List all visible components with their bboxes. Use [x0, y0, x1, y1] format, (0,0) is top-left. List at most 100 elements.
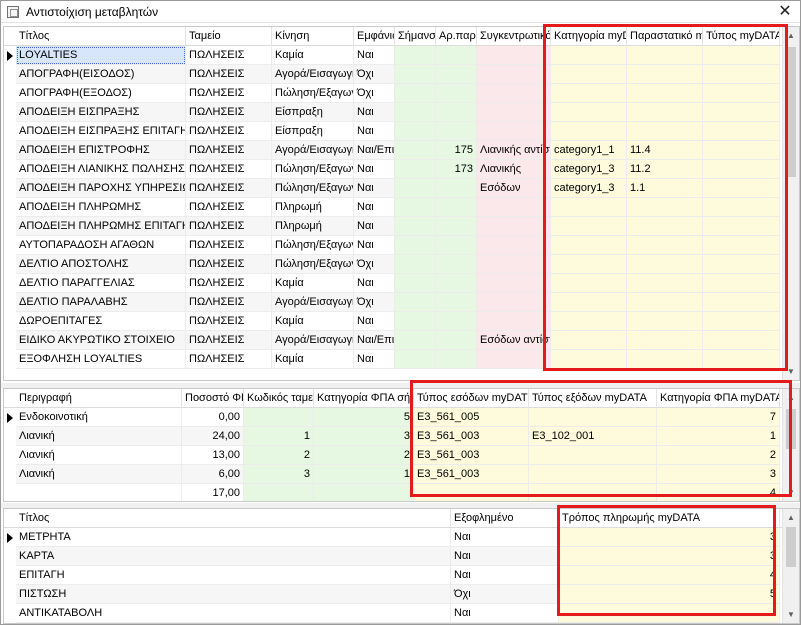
table-cell[interactable] [559, 604, 780, 623]
column-header[interactable]: Τίτλος [16, 27, 186, 46]
table-cell[interactable] [703, 217, 780, 236]
table-cell[interactable] [703, 141, 780, 160]
table-cell[interactable] [551, 236, 627, 255]
table-row[interactable]: Ενδοκοινοτική 0,00 5 E3_561_005 7 [4, 408, 799, 427]
table-cell[interactable] [436, 293, 477, 312]
table-row[interactable]: ΑΝΤΙΚΑΤΑΒΟΛΗ Ναι [4, 604, 799, 623]
table-cell[interactable] [414, 484, 529, 501]
table-cell[interactable]: 2 [657, 446, 780, 465]
column-header[interactable]: Περιγραφή [16, 389, 182, 408]
column-header[interactable]: Τύπος εξόδων myDATA [529, 389, 657, 408]
table-cell[interactable] [703, 179, 780, 198]
scrollbar-thumb[interactable] [786, 527, 796, 567]
table-cell[interactable]: ΔΕΛΤΙΟ ΠΑΡΑΛΑΒΗΣ [16, 293, 186, 312]
table-cell[interactable]: Όχι [354, 255, 395, 274]
table-cell[interactable]: Ναι [451, 528, 559, 547]
table-cell[interactable] [703, 255, 780, 274]
table-cell[interactable]: ΠΩΛΗΣΕΙΣ [186, 141, 272, 160]
table-cell[interactable]: Όχι [354, 65, 395, 84]
table-cell[interactable] [627, 331, 703, 350]
table-row[interactable]: ΔΕΛΤΙΟ ΠΑΡΑΓΓΕΛΙΑΣ ΠΩΛΗΣΕΙΣ Καμία Ναι [4, 274, 799, 293]
table-cell[interactable] [477, 217, 551, 236]
table-cell[interactable] [703, 84, 780, 103]
table-cell[interactable] [627, 65, 703, 84]
table-cell[interactable] [395, 179, 436, 198]
table-cell[interactable] [551, 350, 627, 369]
table-cell[interactable]: E3_561_003 [414, 465, 529, 484]
table-cell[interactable]: Όχι [354, 293, 395, 312]
column-header[interactable]: Τρόπος πληρωμής myDATA [559, 509, 780, 528]
table-cell[interactable] [395, 160, 436, 179]
table-cell[interactable]: Ναι [451, 604, 559, 623]
table-cell[interactable]: Ναι [354, 312, 395, 331]
table-cell[interactable]: category1_3 [551, 179, 627, 198]
table-cell[interactable]: 13,00 [182, 446, 244, 465]
table-cell[interactable]: 5 [314, 408, 414, 427]
table-cell[interactable] [627, 217, 703, 236]
table-cell[interactable] [529, 484, 657, 501]
vertical-scrollbar[interactable]: ▲ ▼ [782, 389, 799, 501]
table-cell[interactable]: Αγορά/Εισαγωγή [272, 331, 354, 350]
table-cell[interactable]: ΑΥΤΟΠΑΡΑΔΟΣΗ ΑΓΑΘΩΝ [16, 236, 186, 255]
table-cell[interactable] [703, 274, 780, 293]
table-cell[interactable] [395, 198, 436, 217]
table-cell[interactable]: Πώληση/Εξαγωγή [272, 255, 354, 274]
table-cell[interactable]: ΑΠΟΔΕΙΞΗ ΠΛΗΡΩΜΗΣ ΕΠΙΤΑΓΗ [16, 217, 186, 236]
table-cell[interactable] [703, 236, 780, 255]
table-cell[interactable]: Είσπραξη [272, 103, 354, 122]
table-row[interactable]: ΑΠΟΔΕΙΞΗ ΛΙΑΝΙΚΗΣ ΠΩΛΗΣΗΣ ΠΩΛΗΣΕΙΣ Πώληση/… [4, 160, 799, 179]
scroll-down-icon[interactable]: ▼ [783, 484, 799, 501]
table-cell[interactable] [436, 274, 477, 293]
table-cell[interactable] [627, 198, 703, 217]
table-cell[interactable] [703, 312, 780, 331]
column-header[interactable]: Κατηγορία myDATA [551, 27, 627, 46]
table-cell[interactable]: Ναι [451, 547, 559, 566]
table-cell[interactable]: 11.2 [627, 160, 703, 179]
table-cell[interactable] [529, 446, 657, 465]
table-cell[interactable] [477, 198, 551, 217]
table-cell[interactable] [16, 484, 182, 501]
table-cell[interactable]: ΑΠΟΔΕΙΞΗ ΛΙΑΝΙΚΗΣ ΠΩΛΗΣΗΣ [16, 160, 186, 179]
column-header[interactable]: Εμφάνισ [354, 27, 395, 46]
table-cell[interactable] [436, 198, 477, 217]
table-cell[interactable] [436, 350, 477, 369]
table-cell[interactable]: ΠΩΛΗΣΕΙΣ [186, 103, 272, 122]
table-cell[interactable] [436, 122, 477, 141]
table-cell[interactable]: ΠΙΣΤΩΣΗ [16, 585, 451, 604]
table-cell[interactable] [395, 65, 436, 84]
table-cell[interactable] [627, 350, 703, 369]
table-cell[interactable] [703, 350, 780, 369]
table-cell[interactable] [627, 236, 703, 255]
column-header[interactable]: Κίνηση [272, 27, 354, 46]
table-cell[interactable] [244, 484, 314, 501]
table-cell[interactable]: ΠΩΛΗΣΕΙΣ [186, 179, 272, 198]
table-cell[interactable] [436, 255, 477, 274]
table-cell[interactable]: Ναι [354, 274, 395, 293]
table-cell[interactable]: category1_1 [551, 141, 627, 160]
table-cell[interactable]: 1 [314, 465, 414, 484]
table-cell[interactable] [477, 350, 551, 369]
table-cell[interactable]: 0,00 [182, 408, 244, 427]
table-cell[interactable]: Πώληση/Εξαγωγή [272, 84, 354, 103]
table-cell[interactable] [477, 274, 551, 293]
table-cell[interactable] [395, 46, 436, 65]
table-cell[interactable]: ΠΩΛΗΣΕΙΣ [186, 46, 272, 65]
table-cell[interactable]: Εσόδων αντίστ [477, 331, 551, 350]
table-cell[interactable] [529, 465, 657, 484]
table-cell[interactable]: Λιανική [16, 427, 182, 446]
table-cell[interactable]: Είσπραξη [272, 122, 354, 141]
table-cell[interactable] [395, 312, 436, 331]
table-cell[interactable]: 4 [657, 484, 780, 501]
table-row[interactable]: ΑΠΟΔΕΙΞΗ ΕΠΙΣΤΡΟΦΗΣ ΠΩΛΗΣΕΙΣ Αγορά/Εισαγωγ… [4, 141, 799, 160]
table-cell[interactable] [436, 103, 477, 122]
table-cell[interactable] [627, 274, 703, 293]
table-cell[interactable]: E3_561_005 [414, 408, 529, 427]
scrollbar-thumb[interactable] [786, 47, 796, 177]
table-cell[interactable]: ΠΩΛΗΣΕΙΣ [186, 65, 272, 84]
table-cell[interactable]: Ναι [354, 350, 395, 369]
table-cell[interactable]: Ναι [354, 103, 395, 122]
table-cell[interactable]: Λιανικής [477, 160, 551, 179]
table-cell[interactable]: Λιανική [16, 446, 182, 465]
table-cell[interactable]: Πώληση/Εξαγωγή [272, 179, 354, 198]
table-cell[interactable] [551, 217, 627, 236]
